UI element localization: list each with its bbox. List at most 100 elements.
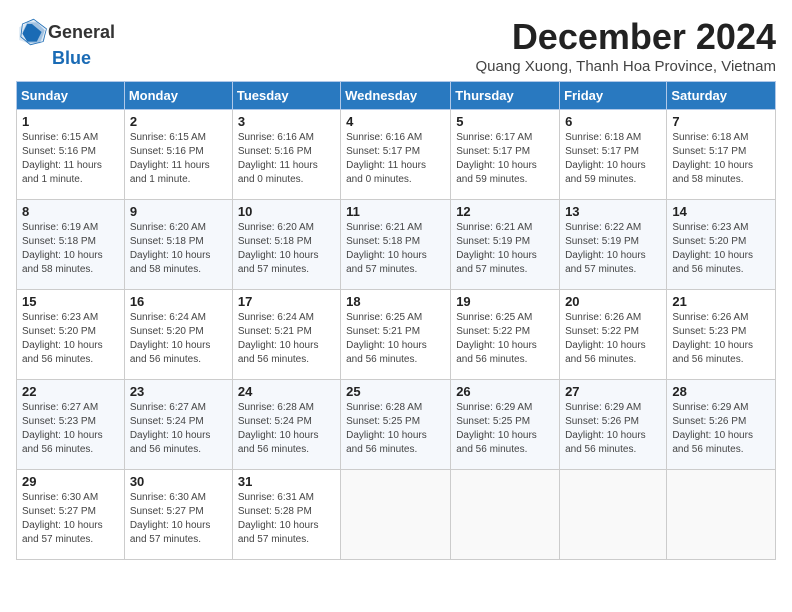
day-info: Sunrise: 6:30 AMSunset: 5:27 PMDaylight:…	[130, 491, 227, 547]
day-info: Sunrise: 6:29 AMSunset: 5:26 PMDaylight:…	[672, 401, 770, 457]
day-number: 14	[672, 204, 770, 219]
weekday-header-cell: Sunday	[17, 82, 125, 110]
day-number: 30	[130, 474, 227, 489]
weekday-header-cell: Tuesday	[232, 82, 340, 110]
day-number: 19	[456, 294, 554, 309]
day-info: Sunrise: 6:28 AMSunset: 5:25 PMDaylight:…	[346, 401, 445, 457]
calendar-day-cell: 23 Sunrise: 6:27 AMSunset: 5:24 PMDayligh…	[124, 380, 232, 470]
calendar-week-row: 8 Sunrise: 6:19 AMSunset: 5:18 PMDaylight…	[17, 200, 776, 290]
day-number: 28	[672, 384, 770, 399]
calendar-day-cell: 11Sunrise: 6:21 AMSunset: 5:18 PMDayligh…	[341, 200, 451, 290]
logo-icon	[16, 16, 48, 48]
calendar-day-cell: 26Sunrise: 6:29 AMSunset: 5:25 PMDayligh…	[451, 380, 560, 470]
day-info: Sunrise: 6:25 AMSunset: 5:22 PMDaylight:…	[456, 311, 554, 367]
calendar-day-cell: 22 Sunrise: 6:27 AMSunset: 5:23 PMDayligh…	[17, 380, 125, 470]
calendar-day-cell: 10 Sunrise: 6:20 AMSunset: 5:18 PMDayligh…	[232, 200, 340, 290]
day-info: Sunrise: 6:29 AMSunset: 5:26 PMDaylight:…	[565, 401, 661, 457]
calendar-week-row: 15Sunrise: 6:23 AMSunset: 5:20 PMDayligh…	[17, 290, 776, 380]
calendar-day-cell: 25 Sunrise: 6:28 AMSunset: 5:25 PMDayligh…	[341, 380, 451, 470]
day-number: 10	[238, 204, 335, 219]
day-number: 16	[130, 294, 227, 309]
calendar-day-cell: 31 Sunrise: 6:31 AMSunset: 5:28 PMDayligh…	[232, 470, 340, 560]
day-number: 11	[346, 204, 445, 219]
day-number: 20	[565, 294, 661, 309]
day-info: Sunrise: 6:24 AMSunset: 5:20 PMDaylight:…	[130, 311, 227, 367]
day-number: 4	[346, 114, 445, 129]
day-info: Sunrise: 6:20 AMSunset: 5:18 PMDaylight:…	[130, 221, 227, 277]
day-info: Sunrise: 6:22 AMSunset: 5:19 PMDaylight:…	[565, 221, 661, 277]
day-info: Sunrise: 6:29 AMSunset: 5:25 PMDaylight:…	[456, 401, 554, 457]
day-number: 13	[565, 204, 661, 219]
calendar-day-cell: 6 Sunrise: 6:18 AMSunset: 5:17 PMDaylight…	[560, 110, 667, 200]
calendar-day-cell: 30 Sunrise: 6:30 AMSunset: 5:27 PMDayligh…	[124, 470, 232, 560]
day-info: Sunrise: 6:17 AMSunset: 5:17 PMDaylight:…	[456, 131, 554, 187]
day-info: Sunrise: 6:27 AMSunset: 5:23 PMDaylight:…	[22, 401, 119, 457]
day-number: 2	[130, 114, 227, 129]
day-info: Sunrise: 6:23 AMSunset: 5:20 PMDaylight:…	[672, 221, 770, 277]
day-number: 18	[346, 294, 445, 309]
day-number: 8	[22, 204, 119, 219]
calendar-day-cell: 13 Sunrise: 6:22 AMSunset: 5:19 PMDayligh…	[560, 200, 667, 290]
calendar-day-cell: 2 Sunrise: 6:15 AMSunset: 5:16 PMDaylight…	[124, 110, 232, 200]
day-info: Sunrise: 6:18 AMSunset: 5:17 PMDaylight:…	[565, 131, 661, 187]
calendar-day-cell	[560, 470, 667, 560]
day-number: 6	[565, 114, 661, 129]
day-info: Sunrise: 6:30 AMSunset: 5:27 PMDaylight:…	[22, 491, 119, 547]
weekday-header-cell: Monday	[124, 82, 232, 110]
day-info: Sunrise: 6:28 AMSunset: 5:24 PMDaylight:…	[238, 401, 335, 457]
calendar-day-cell: 19 Sunrise: 6:25 AMSunset: 5:22 PMDayligh…	[451, 290, 560, 380]
day-info: Sunrise: 6:26 AMSunset: 5:22 PMDaylight:…	[565, 311, 661, 367]
calendar-day-cell: 5Sunrise: 6:17 AMSunset: 5:17 PMDaylight…	[451, 110, 560, 200]
day-info: Sunrise: 6:16 AMSunset: 5:17 PMDaylight:…	[346, 131, 445, 187]
weekday-header-cell: Saturday	[667, 82, 776, 110]
month-title: December 2024	[476, 16, 776, 58]
day-info: Sunrise: 6:19 AMSunset: 5:18 PMDaylight:…	[22, 221, 119, 277]
weekday-header-cell: Friday	[560, 82, 667, 110]
day-number: 3	[238, 114, 335, 129]
calendar-day-cell: 17 Sunrise: 6:24 AMSunset: 5:21 PMDayligh…	[232, 290, 340, 380]
day-number: 23	[130, 384, 227, 399]
weekday-header-cell: Wednesday	[341, 82, 451, 110]
day-number: 29	[22, 474, 119, 489]
calendar-day-cell: 12 Sunrise: 6:21 AMSunset: 5:19 PMDayligh…	[451, 200, 560, 290]
day-number: 1	[22, 114, 119, 129]
day-info: Sunrise: 6:26 AMSunset: 5:23 PMDaylight:…	[672, 311, 770, 367]
calendar-week-row: 1 Sunrise: 6:15 AMSunset: 5:16 PMDaylight…	[17, 110, 776, 200]
day-info: Sunrise: 6:24 AMSunset: 5:21 PMDaylight:…	[238, 311, 335, 367]
calendar-day-cell: 1 Sunrise: 6:15 AMSunset: 5:16 PMDaylight…	[17, 110, 125, 200]
calendar-day-cell: 14 Sunrise: 6:23 AMSunset: 5:20 PMDayligh…	[667, 200, 776, 290]
calendar-week-row: 29 Sunrise: 6:30 AMSunset: 5:27 PMDayligh…	[17, 470, 776, 560]
logo: General Blue	[16, 16, 115, 69]
calendar-day-cell: 21Sunrise: 6:26 AMSunset: 5:23 PMDayligh…	[667, 290, 776, 380]
day-number: 22	[22, 384, 119, 399]
calendar-day-cell: 20 Sunrise: 6:26 AMSunset: 5:22 PMDayligh…	[560, 290, 667, 380]
logo-blue-text: Blue	[52, 48, 91, 69]
day-info: Sunrise: 6:16 AMSunset: 5:16 PMDaylight:…	[238, 131, 335, 187]
day-info: Sunrise: 6:18 AMSunset: 5:17 PMDaylight:…	[672, 131, 770, 187]
calendar-table: SundayMondayTuesdayWednesdayThursdayFrid…	[16, 81, 776, 560]
day-info: Sunrise: 6:31 AMSunset: 5:28 PMDaylight:…	[238, 491, 335, 547]
day-info: Sunrise: 6:20 AMSunset: 5:18 PMDaylight:…	[238, 221, 335, 277]
calendar-day-cell: 28 Sunrise: 6:29 AMSunset: 5:26 PMDayligh…	[667, 380, 776, 470]
day-number: 9	[130, 204, 227, 219]
calendar-week-row: 22 Sunrise: 6:27 AMSunset: 5:23 PMDayligh…	[17, 380, 776, 470]
day-number: 24	[238, 384, 335, 399]
title-area: December 2024 Quang Xuong, Thanh Hoa Pro…	[476, 16, 776, 75]
calendar-day-cell: 3 Sunrise: 6:16 AMSunset: 5:16 PMDaylight…	[232, 110, 340, 200]
day-number: 17	[238, 294, 335, 309]
weekday-header-cell: Thursday	[451, 82, 560, 110]
day-info: Sunrise: 6:21 AMSunset: 5:19 PMDaylight:…	[456, 221, 554, 277]
day-info: Sunrise: 6:27 AMSunset: 5:24 PMDaylight:…	[130, 401, 227, 457]
calendar-day-cell: 7Sunrise: 6:18 AMSunset: 5:17 PMDaylight…	[667, 110, 776, 200]
calendar-day-cell: 27Sunrise: 6:29 AMSunset: 5:26 PMDayligh…	[560, 380, 667, 470]
day-number: 12	[456, 204, 554, 219]
calendar-day-cell: 18 Sunrise: 6:25 AMSunset: 5:21 PMDayligh…	[341, 290, 451, 380]
day-number: 25	[346, 384, 445, 399]
day-number: 31	[238, 474, 335, 489]
calendar-day-cell: 24 Sunrise: 6:28 AMSunset: 5:24 PMDayligh…	[232, 380, 340, 470]
calendar-day-cell: 4 Sunrise: 6:16 AMSunset: 5:17 PMDaylight…	[341, 110, 451, 200]
day-info: Sunrise: 6:25 AMSunset: 5:21 PMDaylight:…	[346, 311, 445, 367]
calendar-body: 1 Sunrise: 6:15 AMSunset: 5:16 PMDaylight…	[17, 110, 776, 560]
day-info: Sunrise: 6:15 AMSunset: 5:16 PMDaylight:…	[22, 131, 119, 187]
day-info: Sunrise: 6:15 AMSunset: 5:16 PMDaylight:…	[130, 131, 227, 187]
